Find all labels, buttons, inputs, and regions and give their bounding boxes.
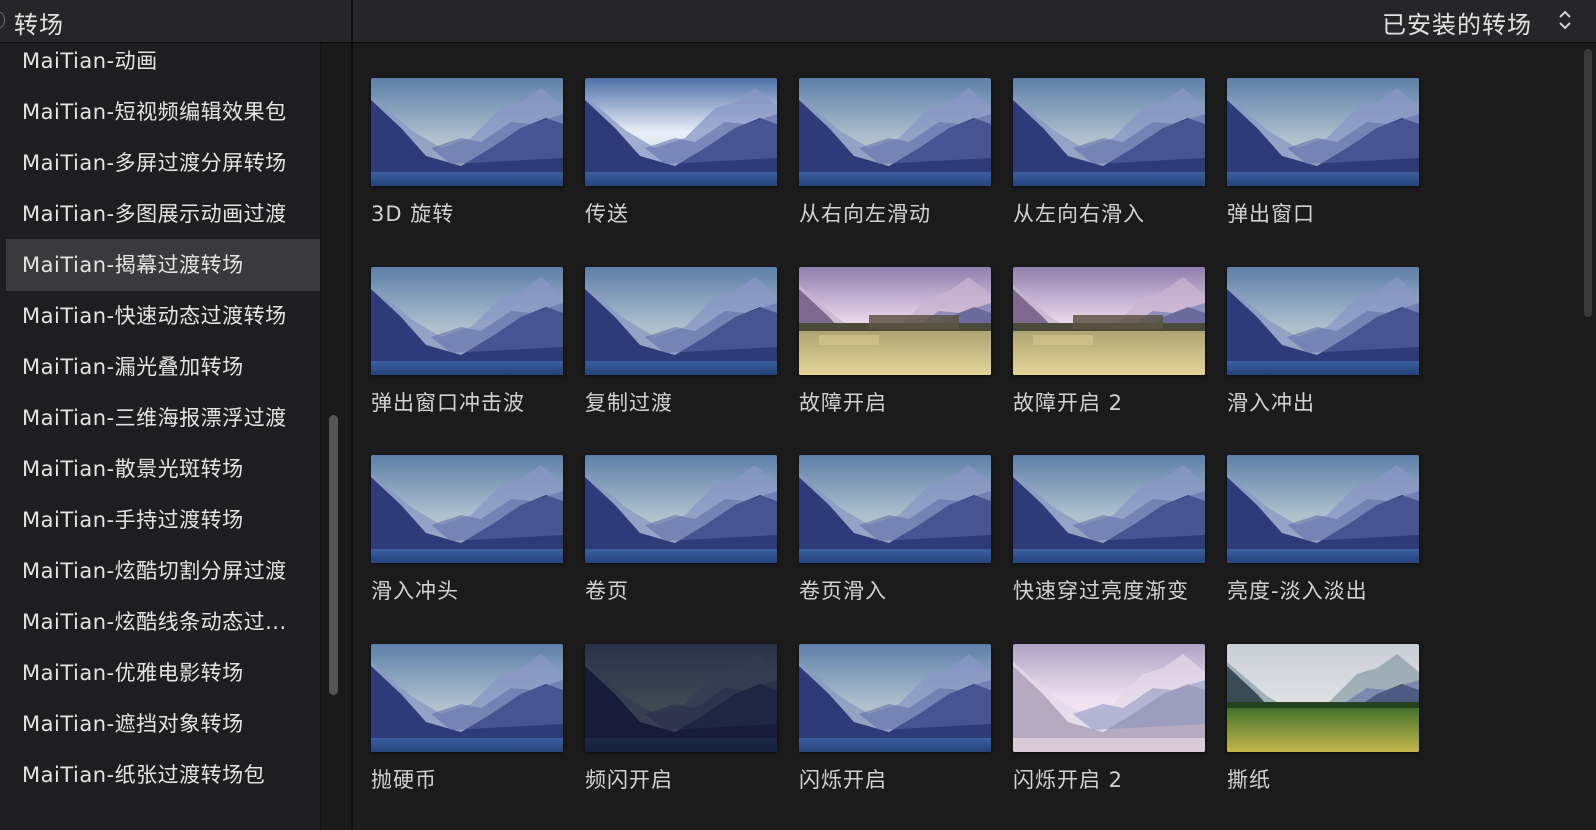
transition-label: 弹出窗口 <box>1227 202 1315 226</box>
transition-thumbnail[interactable] <box>585 644 777 752</box>
sidebar-scrollbar-thumb[interactable] <box>329 415 338 695</box>
transition-label: 从右向左滑动 <box>799 202 931 226</box>
transition-thumbnail[interactable] <box>799 455 991 563</box>
transition-thumbnail[interactable] <box>1013 78 1205 186</box>
transition-label: 抛硬币 <box>371 768 437 792</box>
grid-scrollbar-thumb[interactable] <box>1584 49 1592 317</box>
transition-label: 故障开启 2 <box>1013 391 1124 415</box>
sidebar-item[interactable]: MaiTian-纸张过渡转场包 <box>6 749 320 801</box>
transition-tile[interactable]: 弹出窗口冲击波 <box>371 267 563 417</box>
transition-tile[interactable]: 抛硬币 <box>371 644 563 794</box>
transition-thumbnail[interactable] <box>585 455 777 563</box>
transition-tile[interactable]: 从右向左滑动 <box>799 78 991 228</box>
transition-label: 亮度-淡入淡出 <box>1227 579 1368 603</box>
transition-tile[interactable]: 快速穿过亮度渐变 <box>1013 455 1205 605</box>
transition-thumbnail[interactable] <box>1013 267 1205 375</box>
transition-thumbnail[interactable] <box>1013 644 1205 752</box>
transition-thumbnail[interactable] <box>1227 78 1419 186</box>
transition-label: 传送 <box>585 202 629 226</box>
sidebar-item[interactable]: MaiTian-三维海报漂浮过渡 <box>6 392 320 444</box>
sidebar-item[interactable]: MaiTian-短视频编辑效果包 <box>6 86 320 138</box>
transition-label: 弹出窗口冲击波 <box>371 391 525 415</box>
transition-label: 撕纸 <box>1227 768 1271 792</box>
transition-tile[interactable]: 闪烁开启 2 <box>1013 644 1205 794</box>
transition-tile[interactable]: 闪烁开启 <box>799 644 991 794</box>
transition-thumbnail[interactable] <box>585 78 777 186</box>
transition-tile[interactable]: 滑入冲头 <box>371 455 563 605</box>
transition-label: 卷页滑入 <box>799 579 887 603</box>
transition-label: 滑入冲出 <box>1227 391 1315 415</box>
panel-edge-icon[interactable] <box>0 11 5 29</box>
sidebar-item[interactable]: MaiTian-漏光叠加转场 <box>6 341 320 393</box>
transition-tile[interactable]: 从左向右滑入 <box>1013 78 1205 228</box>
transition-thumbnail[interactable] <box>799 78 991 186</box>
sidebar-item[interactable]: MaiTian-揭幕过渡转场 <box>6 239 320 291</box>
sidebar-header: 转场 <box>0 0 353 42</box>
transition-tile[interactable]: 亮度-淡入淡出 <box>1227 455 1419 605</box>
sidebar-item[interactable]: MaiTian-快速动态过渡转场 <box>6 290 320 342</box>
panel-title: 转场 <box>14 11 64 39</box>
sidebar-item[interactable]: MaiTian-多屏过渡分屏转场 <box>6 137 320 189</box>
transition-tile[interactable]: 卷页 <box>585 455 777 605</box>
transition-label: 快速穿过亮度渐变 <box>1013 579 1189 603</box>
transition-tile[interactable]: 复制过渡 <box>585 267 777 417</box>
transition-thumbnail[interactable] <box>799 267 991 375</box>
sidebar-item[interactable]: MaiTian-炫酷切割分屏过渡 <box>6 545 320 597</box>
sidebar-item[interactable]: MaiTian-多图展示动画过渡 <box>6 188 320 240</box>
browser-header: 转场 已安装的转场 <box>0 0 1596 43</box>
transition-thumbnail[interactable] <box>1227 644 1419 752</box>
transition-label: 复制过渡 <box>585 391 673 415</box>
category-sidebar[interactable]: MaiTian-动画 MaiTian-短视频编辑效果包 MaiTian-多屏过渡分屏… <box>0 43 353 830</box>
transition-thumbnail[interactable] <box>371 78 563 186</box>
sidebar-item[interactable]: MaiTian-动画 <box>6 43 320 87</box>
transition-thumbnail[interactable] <box>1227 267 1419 375</box>
sidebar-item[interactable]: MaiTian-优雅电影转场 <box>6 647 320 699</box>
transition-tile[interactable]: 滑入冲出 <box>1227 267 1419 417</box>
transition-tile[interactable]: 故障开启 <box>799 267 991 417</box>
transition-thumbnail[interactable] <box>371 644 563 752</box>
transition-label: 从左向右滑入 <box>1013 202 1145 226</box>
sidebar-item[interactable]: MaiTian-炫酷线条动态过... <box>6 596 320 648</box>
transition-tile[interactable]: 撕纸 <box>1227 644 1419 794</box>
sidebar-item[interactable]: MaiTian-遮挡对象转场 <box>6 698 320 750</box>
sidebar-item[interactable]: MaiTian-散景光斑转场 <box>6 443 320 495</box>
transition-thumbnail[interactable] <box>585 267 777 375</box>
category-list: MaiTian-动画 MaiTian-短视频编辑效果包 MaiTian-多屏过渡分屏… <box>6 43 320 830</box>
transitions-grid: 3D 旋转 传送 从右向左滑动 从左向右滑入 弹出窗口 弹出窗口冲击波 复制过渡… <box>353 43 1596 830</box>
installed-transitions-popup[interactable]: 已安装的转场 <box>1382 5 1532 40</box>
transition-tile[interactable]: 传送 <box>585 78 777 228</box>
transition-label: 闪烁开启 <box>799 768 887 792</box>
sidebar-item[interactable]: MaiTian-手持过渡转场 <box>6 494 320 546</box>
chevron-up-down-icon[interactable] <box>1558 9 1572 31</box>
transition-thumbnail[interactable] <box>371 455 563 563</box>
transition-thumbnail[interactable] <box>371 267 563 375</box>
transition-label: 闪烁开启 2 <box>1013 768 1124 792</box>
transition-tile[interactable]: 卷页滑入 <box>799 455 991 605</box>
transition-label: 频闪开启 <box>585 768 673 792</box>
transition-tile[interactable]: 故障开启 2 <box>1013 267 1205 417</box>
transition-tile[interactable]: 弹出窗口 <box>1227 78 1419 228</box>
transition-tile[interactable]: 频闪开启 <box>585 644 777 794</box>
transition-thumbnail[interactable] <box>1227 455 1419 563</box>
transition-label: 故障开启 <box>799 391 887 415</box>
transition-tile[interactable]: 3D 旋转 <box>371 78 563 228</box>
transition-label: 3D 旋转 <box>371 202 455 226</box>
transition-label: 卷页 <box>585 579 629 603</box>
transition-label: 滑入冲头 <box>371 579 459 603</box>
transition-thumbnail[interactable] <box>1013 455 1205 563</box>
transition-thumbnail[interactable] <box>799 644 991 752</box>
